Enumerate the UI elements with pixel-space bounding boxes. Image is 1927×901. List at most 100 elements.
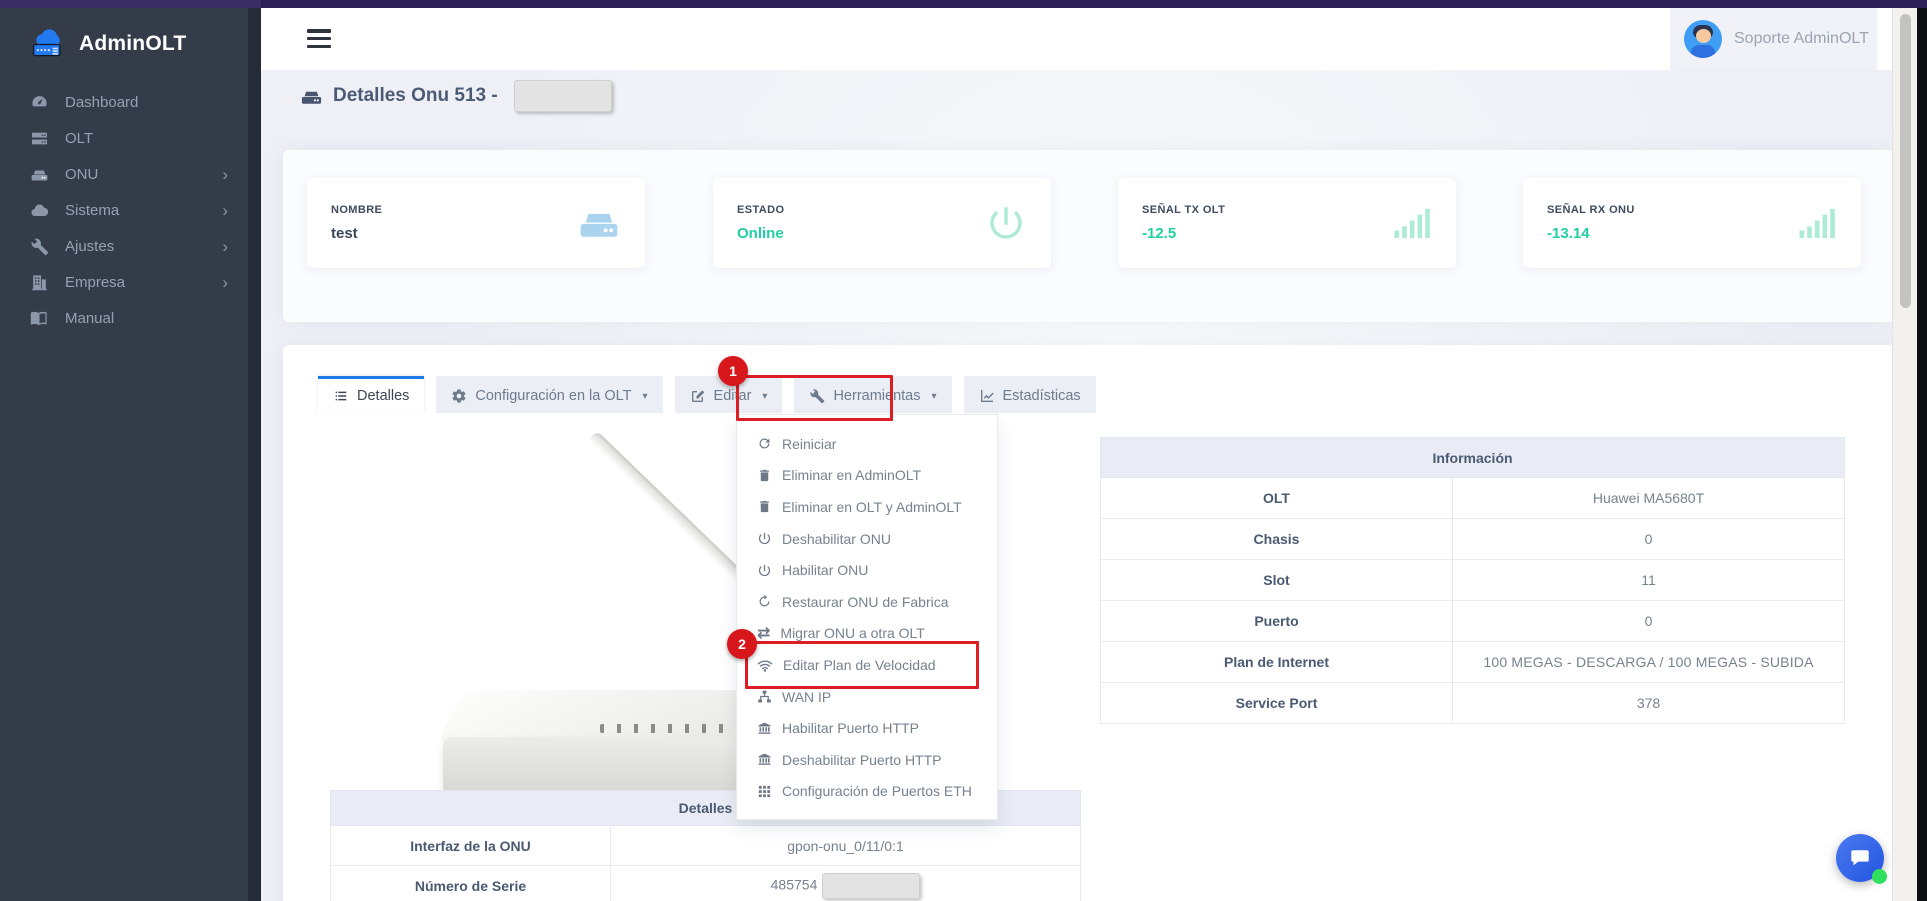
sidebar-item-olt[interactable]: OLT xyxy=(0,120,248,156)
detail-tabs: Detalles Configuración en la OLT ▾ Edita… xyxy=(318,376,1096,413)
table-title: Información xyxy=(1101,438,1845,478)
chart-icon xyxy=(979,388,995,404)
chat-bubble-icon xyxy=(1849,847,1871,869)
router-icon xyxy=(300,85,323,108)
grid-icon xyxy=(757,784,772,799)
book-icon xyxy=(30,309,49,328)
sidebar-item-label: Empresa xyxy=(65,274,125,291)
page-title: Detalles Onu 513 - xyxy=(300,80,612,112)
onu-antenna xyxy=(588,431,747,585)
power-icon xyxy=(757,531,772,546)
menu-item-configuracion-puertos-eth[interactable]: Configuración de Puertos ETH xyxy=(737,776,997,808)
chevron-right-icon: › xyxy=(222,166,228,183)
window-edge xyxy=(1917,8,1927,901)
table-row: Service Port378 xyxy=(1101,683,1845,724)
menu-item-habilitar-onu[interactable]: Habilitar ONU xyxy=(737,554,997,586)
cloud-icon xyxy=(30,201,49,220)
menu-item-reiniciar[interactable]: Reiniciar xyxy=(737,428,997,460)
restore-icon xyxy=(757,594,772,609)
tools-icon xyxy=(30,237,49,256)
trash-icon xyxy=(757,499,772,514)
sidebar-item-onu[interactable]: ONU › xyxy=(0,156,248,192)
hamburger-menu-icon[interactable] xyxy=(307,29,331,52)
annotation-box-herramientas xyxy=(736,375,893,421)
sidebar-item-label: Sistema xyxy=(65,202,119,219)
gear-icon xyxy=(451,388,467,404)
server-icon xyxy=(30,129,49,148)
refresh-icon xyxy=(757,436,772,451)
brand[interactable]: AdminOLT xyxy=(0,8,248,84)
sidebar-edge xyxy=(248,8,261,901)
menu-item-deshabilitar-puerto-http[interactable]: Deshabilitar Puerto HTTP xyxy=(737,744,997,776)
sidebar: AdminOLT Dashboard OLT ONU › Sistema › A… xyxy=(0,8,248,901)
herramientas-dropdown: Reiniciar Eliminar en AdminOLT Eliminar … xyxy=(736,414,998,820)
bank-icon xyxy=(757,752,772,767)
list-icon xyxy=(333,388,349,404)
tab-detalles[interactable]: Detalles xyxy=(318,376,424,413)
annotation-step-1: 1 xyxy=(718,356,748,386)
signal-bars-icon xyxy=(1392,203,1432,243)
power-icon xyxy=(757,563,772,578)
annotation-box-editar-plan xyxy=(745,641,979,689)
table-row: Interfaz de la ONUgpon-onu_0/11/0:1 xyxy=(331,826,1081,866)
sidebar-item-sistema[interactable]: Sistema › xyxy=(0,192,248,228)
user-name: Soporte AdminOLT xyxy=(1734,30,1869,48)
table-row: Chasis0 xyxy=(1101,519,1845,560)
brand-name: AdminOLT xyxy=(79,32,186,56)
router-icon xyxy=(30,165,49,184)
sidebar-item-label: Ajustes xyxy=(65,238,114,255)
card-senal-tx-olt: SEÑAL TX OLT -12.5 xyxy=(1118,178,1456,268)
gauge-icon xyxy=(30,93,49,112)
bank-icon xyxy=(757,721,772,736)
caret-down-icon: ▾ xyxy=(643,391,648,402)
sitemap-icon xyxy=(757,689,772,704)
menu-item-label: Habilitar Puerto HTTP xyxy=(782,720,919,736)
table-row: Plan de Internet100 MEGAS - DESCARGA / 1… xyxy=(1101,642,1845,683)
tab-configuracion-olt[interactable]: Configuración en la OLT ▾ xyxy=(436,376,662,413)
card-label: ESTADO xyxy=(737,204,784,216)
annotation-step-2: 2 xyxy=(727,629,757,659)
card-value: test xyxy=(331,225,382,242)
table-row: Número de Serie 485754 xyxy=(331,866,1081,901)
menu-item-label: Deshabilitar ONU xyxy=(782,531,891,547)
user-menu[interactable]: Soporte AdminOLT xyxy=(1670,8,1877,70)
chat-widget-button[interactable] xyxy=(1836,834,1884,882)
sidebar-item-dashboard[interactable]: Dashboard xyxy=(0,84,248,120)
menu-item-label: Habilitar ONU xyxy=(782,562,868,578)
menu-item-label: Configuración de Puertos ETH xyxy=(782,783,972,799)
menu-item-label: Eliminar en AdminOLT xyxy=(782,467,921,483)
menu-item-eliminar-olt-adminolt[interactable]: Eliminar en OLT y AdminOLT xyxy=(737,491,997,523)
card-nombre: NOMBRE test xyxy=(307,178,645,268)
sidebar-item-empresa[interactable]: Empresa › xyxy=(0,264,248,300)
menu-item-eliminar-adminolt[interactable]: Eliminar en AdminOLT xyxy=(737,460,997,492)
sidebar-item-ajustes[interactable]: Ajustes › xyxy=(0,228,248,264)
sidebar-item-label: ONU xyxy=(65,166,98,183)
table-row: OLTHuawei MA5680T xyxy=(1101,478,1845,519)
serial-number: 485754 xyxy=(771,876,818,892)
card-value: -12.5 xyxy=(1142,225,1225,242)
chevron-right-icon: › xyxy=(222,274,228,291)
menu-item-habilitar-puerto-http[interactable]: Habilitar Puerto HTTP xyxy=(737,712,997,744)
window-top-strip xyxy=(0,0,1927,8)
menu-item-restaurar-fabrica[interactable]: Restaurar ONU de Fabrica xyxy=(737,586,997,618)
menu-item-label: Eliminar en OLT y AdminOLT xyxy=(782,499,962,515)
sidebar-item-manual[interactable]: Manual xyxy=(0,300,248,336)
signal-bars-icon xyxy=(1797,203,1837,243)
chevron-right-icon: › xyxy=(222,202,228,219)
tab-estadisticas[interactable]: Estadísticas xyxy=(964,376,1096,413)
page-title-text: Detalles Onu 513 - xyxy=(333,85,498,107)
informacion-table: Información OLTHuawei MA5680T Chasis0 Sl… xyxy=(1100,437,1845,724)
menu-item-label: Migrar ONU a otra OLT xyxy=(780,625,924,641)
menu-item-deshabilitar-onu[interactable]: Deshabilitar ONU xyxy=(737,523,997,555)
menu-item-label: WAN IP xyxy=(782,689,831,705)
menu-item-label: Reiniciar xyxy=(782,436,836,452)
redaction-box xyxy=(514,80,612,112)
topbar: Soporte AdminOLT xyxy=(261,8,1917,70)
menu-item-label: Deshabilitar Puerto HTTP xyxy=(782,752,942,768)
router-icon xyxy=(577,201,621,245)
scrollbar-thumb[interactable] xyxy=(1900,14,1911,308)
redaction-box xyxy=(822,873,920,899)
card-estado: ESTADO Online xyxy=(713,178,1051,268)
card-label: SEÑAL RX ONU xyxy=(1547,204,1635,216)
trash-icon xyxy=(757,468,772,483)
